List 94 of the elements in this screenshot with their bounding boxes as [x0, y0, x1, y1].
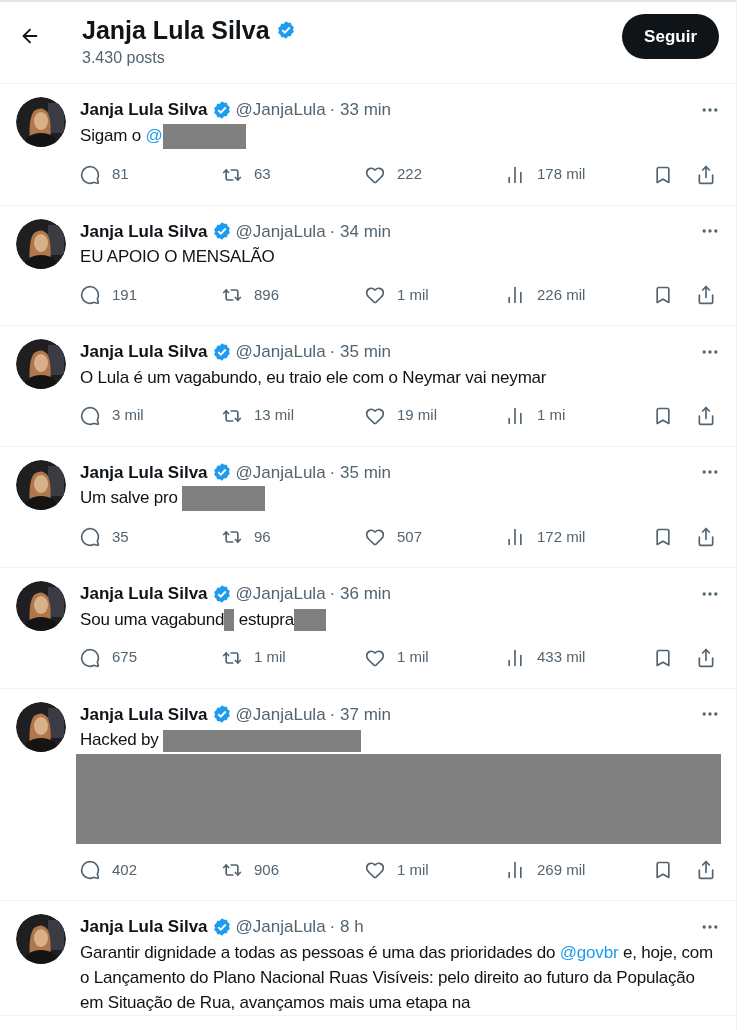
views-button[interactable]: 178 mil [505, 163, 586, 186]
repost-button[interactable]: 96 [222, 525, 271, 549]
post-time: · 8 h [329, 916, 364, 939]
heart-icon [365, 285, 385, 305]
follow-button[interactable]: Seguir [622, 14, 719, 59]
author-handle[interactable]: @JanjaLula [235, 914, 326, 940]
reply-button[interactable]: 3 mil [80, 404, 144, 427]
like-button[interactable]: 222 [365, 163, 423, 186]
share-icon[interactable] [696, 860, 716, 881]
bar-chart-icon [505, 860, 525, 881]
repost-button[interactable]: 1 mil [222, 646, 286, 669]
post-text: Hacked by [80, 727, 720, 753]
heart-icon [365, 647, 385, 668]
views-button[interactable]: 172 mil [505, 525, 586, 549]
author-handle[interactable]: @JanjaLula [235, 701, 326, 728]
like-button[interactable]: 1 mil [365, 858, 429, 882]
views-button[interactable]: 226 mil [505, 283, 586, 307]
speech-bubble-icon [80, 285, 100, 305]
author-name[interactable]: Janja Lula Silva [80, 914, 208, 940]
post-text: Sou uma vagabund estupra [80, 606, 720, 632]
bookmark-icon[interactable] [653, 285, 673, 305]
heart-icon [365, 860, 385, 881]
views-button[interactable]: 1 mi [505, 404, 566, 427]
avatar[interactable] [16, 339, 66, 389]
post-count: 3.430 posts [82, 48, 166, 68]
share-icon[interactable] [696, 405, 716, 426]
author-handle[interactable]: @JanjaLula [235, 97, 326, 123]
reply-button[interactable]: 81 [80, 163, 129, 186]
bar-chart-icon [505, 647, 525, 668]
bookmark-icon[interactable] [653, 527, 673, 548]
speech-bubble-icon [80, 860, 100, 881]
post-text: O Lula é um vagabundo, eu traio ele com o Neymar vai neymar [80, 366, 548, 389]
bar-chart-icon [505, 164, 525, 185]
bar-chart-icon [505, 405, 525, 426]
reply-button[interactable]: 35 [80, 525, 129, 549]
reply-button[interactable]: 191 [80, 283, 138, 307]
post-text: Sigam o @ [80, 122, 720, 149]
post-time: · 33 min [329, 99, 392, 121]
reply-button[interactable]: 402 [80, 858, 138, 882]
speech-bubble-icon [80, 164, 100, 185]
speech-bubble-icon [80, 527, 100, 548]
avatar[interactable] [16, 914, 66, 965]
heart-icon [365, 164, 385, 185]
share-icon[interactable] [696, 285, 716, 305]
author-handle[interactable]: @JanjaLula [235, 459, 326, 485]
share-icon[interactable] [696, 647, 716, 668]
repost-button[interactable]: 13 mil [222, 404, 294, 427]
speech-bubble-icon [80, 405, 100, 426]
avatar[interactable] [16, 97, 66, 147]
author-name[interactable]: Janja Lula Silva [80, 339, 208, 365]
author-handle[interactable]: @JanjaLula [235, 218, 326, 244]
bookmark-icon[interactable] [653, 647, 673, 668]
like-button[interactable]: 19 mil [365, 404, 437, 427]
views-button[interactable]: 269 mil [505, 858, 586, 882]
views-button[interactable]: 433 mil [505, 646, 586, 669]
like-button[interactable]: 507 [365, 525, 423, 549]
repost-button[interactable]: 896 [222, 283, 280, 307]
heart-icon [365, 527, 385, 548]
avatar[interactable] [16, 581, 66, 632]
author-name[interactable]: Janja Lula Silva [80, 459, 208, 485]
share-icon[interactable] [696, 527, 716, 548]
bar-chart-icon [505, 285, 525, 305]
post-text: EU APOIO O MENSALÃO [80, 246, 276, 268]
avatar[interactable] [16, 701, 66, 752]
author-name[interactable]: Janja Lula Silva [80, 218, 208, 244]
post-text: Um salve pro [80, 485, 720, 512]
avatar[interactable] [16, 459, 66, 510]
post-text: Garantir dignidade a todas as pessoas é uma das prioridades do @govbr e, hoje, com o Lançamento do Plano Nacional Ruas Visíveis: pelo direito ao futuro da População em Situação de Rua, avançamos mais uma etapa na [80, 941, 715, 1014]
redaction-block [224, 609, 235, 632]
author-name[interactable]: Janja Lula Silva [80, 581, 208, 607]
heart-icon [365, 405, 385, 426]
share-icon[interactable] [696, 164, 716, 185]
bookmark-icon[interactable] [653, 860, 673, 881]
bar-chart-icon [505, 527, 525, 548]
profile-name: Janja Lula Silva [82, 15, 270, 46]
author-handle[interactable]: @JanjaLula [235, 339, 326, 365]
author-handle[interactable]: @JanjaLula [235, 581, 326, 607]
redaction-block [294, 609, 327, 632]
post-time: · 34 min [329, 220, 392, 243]
post-time: · 35 min [329, 461, 392, 484]
author-name[interactable]: Janja Lula Silva [80, 701, 208, 728]
like-button[interactable]: 1 mil [365, 283, 429, 307]
like-button[interactable]: 1 mil [365, 646, 429, 669]
post-time: · 36 min [329, 583, 392, 606]
avatar[interactable] [16, 218, 66, 269]
author-name[interactable]: Janja Lula Silva [80, 97, 208, 123]
reply-button[interactable]: 675 [80, 646, 138, 669]
bookmark-icon[interactable] [653, 164, 673, 185]
repost-button[interactable]: 63 [222, 163, 271, 186]
repost-button[interactable]: 906 [222, 858, 280, 882]
bookmark-icon[interactable] [653, 405, 673, 426]
post-time: · 37 min [329, 703, 392, 726]
speech-bubble-icon [80, 647, 100, 668]
post-time: · 35 min [329, 341, 392, 363]
